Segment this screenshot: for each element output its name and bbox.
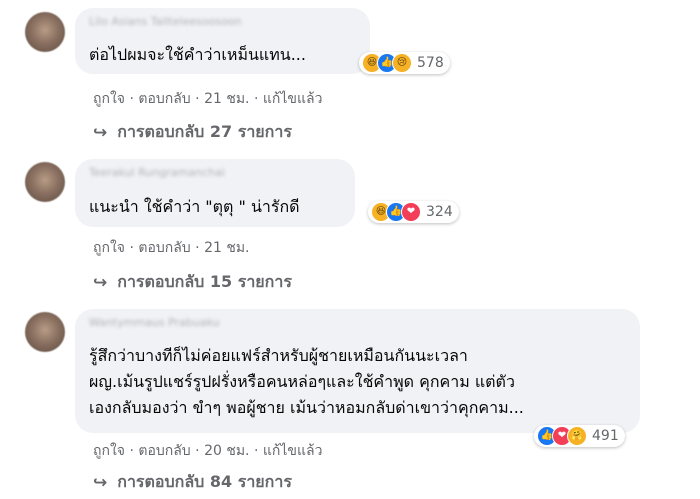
replies-label[interactable]: การตอบกลับ 84 รายการ: [117, 470, 292, 495]
reaction-count: 491: [592, 428, 619, 444]
timestamp[interactable]: 21 ชม.: [204, 240, 249, 256]
comment-author[interactable]: Lilo Asians Tallteleesoosoon: [89, 15, 242, 28]
timestamp[interactable]: 21 ชม.: [204, 91, 249, 107]
like-link[interactable]: ถูกใจ: [93, 240, 125, 256]
comment-author[interactable]: Wantymmaus Prabuaku: [89, 316, 219, 329]
like-link[interactable]: ถูกใจ: [93, 443, 125, 459]
reply-arrow-icon: ↪: [93, 122, 108, 143]
avatar[interactable]: [25, 312, 65, 352]
view-replies-link[interactable]: ↪ การตอบกลับ 15 รายการ: [93, 270, 292, 295]
comment-actions: ถูกใจ · ตอบกลับ · 20 ชม. · แก้ไขแล้ว: [93, 443, 323, 459]
view-replies-link[interactable]: ↪ การตอบกลับ 84 รายการ: [93, 470, 292, 495]
reply-arrow-icon: ↪: [93, 272, 108, 293]
comment-text: ต่อไปผมจะใช้คำว่าเหม็นแทน...: [89, 45, 306, 64]
reply-link[interactable]: ตอบกลับ: [138, 240, 190, 256]
reaction-count: 324: [426, 204, 453, 220]
sad-icon: 😢: [392, 53, 412, 73]
reply-link[interactable]: ตอบกลับ: [138, 91, 190, 107]
replies-label[interactable]: การตอบกลับ 27 รายการ: [117, 120, 292, 145]
timestamp[interactable]: 20 ชม.: [204, 443, 249, 459]
reaction-summary[interactable]: 😆 👍 😢 578: [359, 52, 450, 74]
comment-bubble: Lilo Asians Tallteleesoosoon ต่อไปผมจะใช…: [75, 8, 370, 74]
avatar[interactable]: [25, 162, 65, 202]
comment-author[interactable]: Teerakul Rungramanchai: [89, 166, 225, 179]
reaction-summary[interactable]: 👍 ❤ 🤗 491: [534, 425, 625, 447]
comment-actions: ถูกใจ · ตอบกลับ · 21 ชม.: [93, 240, 250, 256]
comment-bubble: Teerakul Rungramanchai แนะนำ ใช้คำว่า "ต…: [75, 159, 355, 227]
reaction-count: 578: [417, 55, 444, 71]
edited-label[interactable]: แก้ไขแล้ว: [263, 91, 323, 107]
edited-label[interactable]: แก้ไขแล้ว: [263, 443, 323, 459]
reply-link[interactable]: ตอบกลับ: [138, 443, 190, 459]
replies-label[interactable]: การตอบกลับ 15 รายการ: [117, 270, 292, 295]
care-icon: 🤗: [567, 426, 587, 446]
like-link[interactable]: ถูกใจ: [93, 91, 125, 107]
comment-actions: ถูกใจ · ตอบกลับ · 21 ชม. · แก้ไขแล้ว: [93, 91, 323, 107]
view-replies-link[interactable]: ↪ การตอบกลับ 27 รายการ: [93, 120, 292, 145]
comment-bubble: Wantymmaus Prabuaku รู้สึกว่าบางทีก็ไม่ค…: [75, 309, 640, 433]
reply-arrow-icon: ↪: [93, 472, 108, 493]
love-icon: ❤: [401, 202, 421, 222]
comment-text: แนะนำ ใช้คำว่า "ตุตุ " น่ารักดี: [89, 197, 300, 216]
comment-text: รู้สึกว่าบางทีก็ไม่ค่อยแฟร์สำหรับผู้ชายเ…: [89, 346, 524, 417]
reaction-summary[interactable]: 😆 👍 ❤ 324: [368, 201, 459, 223]
avatar[interactable]: [25, 12, 65, 52]
